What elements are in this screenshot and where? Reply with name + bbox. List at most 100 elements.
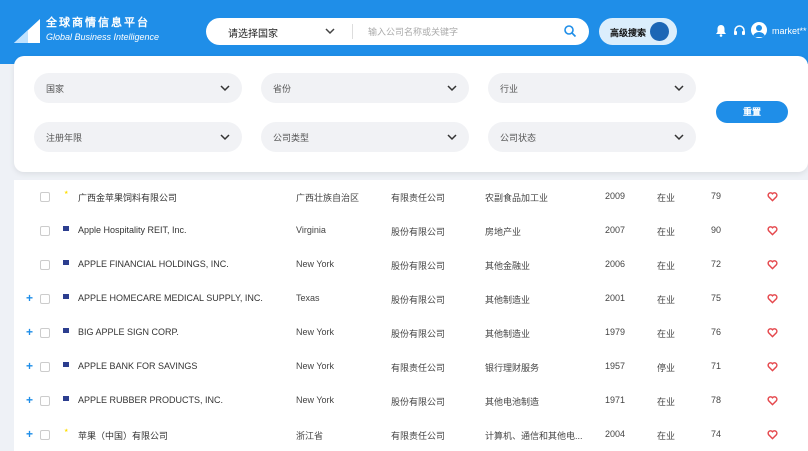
row-checkbox[interactable] — [40, 362, 50, 372]
brand-name-en: Global Business Intelligence — [46, 32, 160, 42]
heart-icon[interactable] — [767, 259, 778, 270]
expand-button[interactable]: + — [26, 291, 33, 305]
search-divider — [352, 24, 353, 39]
company-name[interactable]: Apple Hospitality REIT, Inc. — [78, 225, 187, 235]
filter-established[interactable]: 注册年限 — [34, 122, 242, 152]
company-name[interactable]: APPLE RUBBER PRODUCTS, INC. — [78, 395, 223, 405]
chevron-down-icon — [220, 85, 230, 92]
company-status: 在业 — [657, 397, 676, 407]
reset-button[interactable]: 重置 — [716, 101, 788, 123]
user-avatar-icon[interactable] — [751, 22, 767, 38]
row-checkbox[interactable] — [40, 294, 50, 304]
company-type: 有限责任公司 — [391, 363, 446, 373]
company-status: 在业 — [657, 295, 676, 305]
table-row[interactable]: + 苹果（中国）有限公司 浙江省 有限责任公司 计算机、通信和其他电... 20… — [14, 418, 808, 451]
table-row[interactable]: + BIG APPLE SIGN CORP. New York 股份有限公司 其… — [14, 316, 808, 350]
heart-icon[interactable] — [767, 225, 778, 236]
table-row[interactable]: + APPLE RUBBER PRODUCTS, INC. New York 股… — [14, 384, 808, 418]
username[interactable]: market** — [772, 26, 807, 36]
table-row[interactable]: Apple Hospitality REIT, Inc. Virginia 股份… — [14, 214, 808, 248]
heart-icon[interactable] — [767, 395, 778, 406]
table-row[interactable]: + APPLE BANK FOR SAVINGS New York 有限责任公司… — [14, 350, 808, 384]
expand-button[interactable]: + — [26, 359, 33, 373]
row-checkbox[interactable] — [40, 396, 50, 406]
score: 79 — [711, 191, 722, 201]
bell-icon[interactable] — [715, 24, 727, 37]
filter-province-label: 省份 — [273, 84, 292, 94]
industry: 房地产业 — [485, 227, 522, 237]
search-input[interactable] — [368, 22, 558, 41]
filter-panel: 国家 省份 行业 注册年限 公司类型 公司状态 重置 — [14, 56, 808, 172]
industry: 其他制造业 — [485, 329, 531, 339]
row-checkbox[interactable] — [40, 430, 50, 440]
company-name[interactable]: APPLE BANK FOR SAVINGS — [78, 361, 197, 371]
region: New York — [296, 259, 335, 269]
expand-button[interactable]: + — [26, 393, 33, 407]
filter-industry-label: 行业 — [500, 84, 519, 94]
toggle-knob — [650, 22, 669, 41]
row-checkbox[interactable] — [40, 328, 50, 338]
company-type: 股份有限公司 — [391, 227, 446, 237]
filter-company-type[interactable]: 公司类型 — [261, 122, 469, 152]
filter-company-type-label: 公司类型 — [273, 133, 310, 143]
heart-icon[interactable] — [767, 293, 778, 304]
company-type: 有限责任公司 — [391, 193, 446, 203]
filter-country-label: 国家 — [46, 84, 65, 94]
headset-icon[interactable] — [733, 24, 746, 37]
region: Texas — [296, 293, 320, 303]
heart-icon[interactable] — [767, 361, 778, 372]
country-select[interactable]: 请选择国家 — [206, 18, 346, 45]
filter-company-status[interactable]: 公司状态 — [488, 122, 696, 152]
filter-province[interactable]: 省份 — [261, 73, 469, 103]
expand-button[interactable]: + — [26, 427, 33, 441]
heart-icon[interactable] — [767, 429, 778, 440]
chevron-down-icon — [447, 134, 457, 141]
table-row[interactable]: + APPLE HOMECARE MEDICAL SUPPLY, INC. Te… — [14, 282, 808, 316]
search-icon[interactable] — [563, 24, 577, 38]
company-type: 股份有限公司 — [391, 261, 446, 271]
company-name[interactable]: 苹果（中国）有限公司 — [78, 429, 168, 442]
company-status: 在业 — [657, 227, 676, 237]
company-name[interactable]: BIG APPLE SIGN CORP. — [78, 327, 179, 337]
row-checkbox[interactable] — [40, 226, 50, 236]
company-status: 在业 — [657, 193, 676, 203]
results-table: 广西金苹果饲料有限公司 广西壮族自治区 有限责任公司 农副食品加工业 2009 … — [14, 180, 808, 451]
founded-year: 2006 — [605, 259, 626, 269]
filter-established-label: 注册年限 — [46, 133, 83, 143]
brand-name-cn: 全球商情信息平台 — [46, 17, 150, 29]
table-row[interactable]: 广西金苹果饲料有限公司 广西壮族自治区 有限责任公司 农副食品加工业 2009 … — [14, 180, 808, 214]
top-header: 全球商情信息平台 Global Business Intelligence 请选… — [0, 0, 808, 64]
region: 广西壮族自治区 — [296, 193, 360, 203]
expand-button[interactable]: + — [26, 325, 33, 339]
founded-year: 1971 — [605, 395, 626, 405]
industry: 其他制造业 — [485, 295, 531, 305]
score: 71 — [711, 361, 722, 371]
company-type: 有限责任公司 — [391, 431, 446, 441]
country-select-label: 请选择国家 — [228, 29, 278, 40]
table-row[interactable]: APPLE FINANCIAL HOLDINGS, INC. New York … — [14, 248, 808, 282]
filter-company-status-label: 公司状态 — [500, 133, 537, 143]
filter-country[interactable]: 国家 — [34, 73, 242, 103]
company-type: 股份有限公司 — [391, 329, 446, 339]
company-name[interactable]: APPLE FINANCIAL HOLDINGS, INC. — [78, 259, 229, 269]
industry: 计算机、通信和其他电... — [485, 431, 583, 441]
triangle-logo-icon[interactable] — [12, 16, 42, 46]
chevron-down-icon — [674, 134, 684, 141]
advanced-search-toggle[interactable]: 高级搜索 — [599, 18, 677, 45]
filter-industry[interactable]: 行业 — [488, 73, 696, 103]
advanced-search-label: 高级搜索 — [610, 28, 647, 38]
company-status: 在业 — [657, 329, 676, 339]
heart-icon[interactable] — [767, 327, 778, 338]
founded-year: 2009 — [605, 191, 626, 201]
row-checkbox[interactable] — [40, 192, 50, 202]
heart-icon[interactable] — [767, 191, 778, 202]
industry: 银行理财服务 — [485, 363, 540, 373]
score: 74 — [711, 429, 722, 439]
row-checkbox[interactable] — [40, 260, 50, 270]
score: 78 — [711, 395, 722, 405]
company-name[interactable]: 广西金苹果饲料有限公司 — [78, 191, 177, 204]
company-name[interactable]: APPLE HOMECARE MEDICAL SUPPLY, INC. — [78, 293, 263, 303]
founded-year: 2004 — [605, 429, 626, 439]
brand[interactable]: 全球商情信息平台 Global Business Intelligence — [46, 17, 159, 43]
company-type: 股份有限公司 — [391, 295, 446, 305]
